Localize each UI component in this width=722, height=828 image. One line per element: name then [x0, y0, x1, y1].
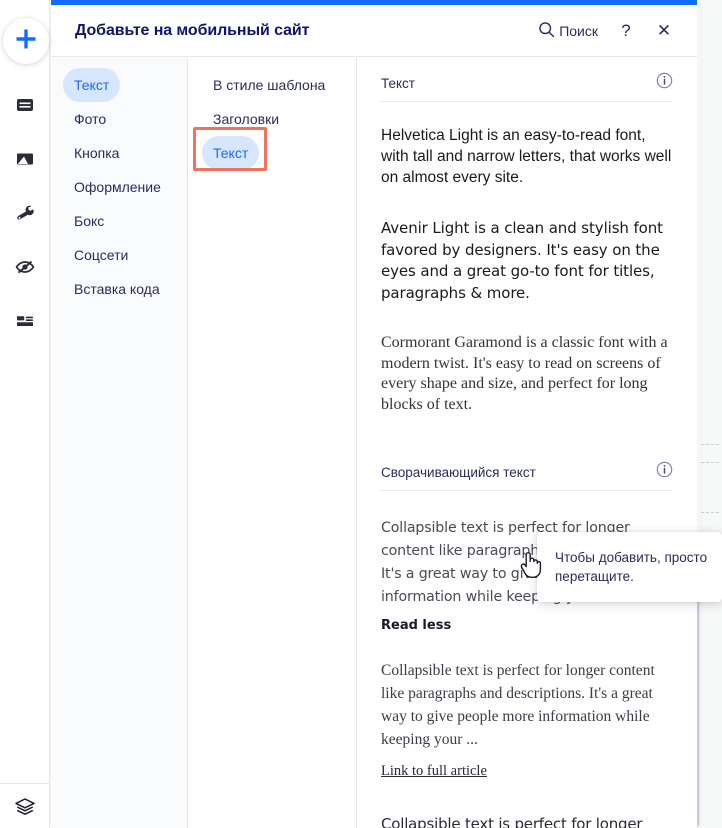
category-item-social[interactable]: Соцсети: [63, 238, 139, 272]
sidebar-item-pages[interactable]: [0, 78, 50, 132]
rail-items: [0, 78, 50, 348]
apps-icon: [14, 310, 36, 332]
close-button[interactable]: ✕: [654, 21, 674, 41]
sidebar-item-layers[interactable]: [0, 790, 50, 828]
category-item-box[interactable]: Бокс: [63, 204, 115, 238]
add-elements-panel: Добавьте на мобильный сайт Поиск ? ✕ Тек…: [51, 0, 697, 828]
hidden-elements-icon: [14, 256, 36, 278]
search-icon: [538, 21, 555, 41]
preview-item-garamond[interactable]: Cormorant Garamond is a classic font wit…: [357, 333, 697, 415]
preview-text-helvetica: Helvetica Light is an easy-to-read font,…: [381, 127, 672, 186]
section-header: Текст: [381, 58, 673, 102]
add-element-button[interactable]: [3, 18, 49, 64]
subcategory-item-headings[interactable]: Заголовки: [202, 102, 290, 136]
preview-text-garamond: Cormorant Garamond is a classic font wit…: [381, 334, 668, 413]
header-actions: Поиск ? ✕: [538, 21, 674, 41]
editor-canvas-background: [700, 0, 722, 828]
category-item-button[interactable]: Кнопка: [63, 136, 130, 170]
section-title: Сворачивающийся текст: [381, 464, 536, 480]
subcategory-item-text[interactable]: Текст: [202, 136, 260, 170]
pages-icon: [14, 94, 36, 116]
subcategory-item-template-style[interactable]: В стиле шаблона: [202, 68, 336, 102]
sidebar-item-hidden-elements[interactable]: [0, 240, 50, 294]
preview-collapsible-body-3: Collapsible text is perfect for longer c…: [381, 815, 643, 828]
page-title: Добавьте на мобильный сайт: [75, 21, 310, 39]
preview-item-collapsible-3[interactable]: Collapsible text is perfect for longer c…: [357, 812, 697, 828]
preview-collapsible-cta-2[interactable]: Link to full article: [381, 763, 487, 780]
media-icon: [14, 148, 36, 170]
canvas-guide-dash: [701, 512, 719, 513]
category-item-text[interactable]: Текст: [63, 68, 121, 102]
preview-item-avenir[interactable]: Avenir Light is a clean and stylish font…: [357, 218, 697, 304]
category-item-decoration[interactable]: Оформление: [63, 170, 172, 204]
preview-section-collapsible: Сворачивающийся текст: [357, 447, 697, 491]
canvas-guide-dash: [701, 462, 719, 463]
preview-list: Текст Helvetica Light is an easy-to-read…: [357, 58, 697, 828]
preview-item-collapsible-2[interactable]: Collapsible text is perfect for longer c…: [357, 659, 697, 780]
canvas-guide-dash: [701, 444, 719, 445]
info-icon[interactable]: [656, 461, 673, 483]
search-label: Поиск: [559, 22, 598, 39]
category-item-embed-code[interactable]: Вставка кода: [63, 272, 171, 306]
drag-tooltip-text: Чтобы добавить, просто перетащите.: [555, 550, 708, 584]
plus-icon: [13, 26, 39, 57]
preview-section-text: Текст: [357, 58, 697, 102]
panel-header: Добавьте на мобильный сайт Поиск ? ✕: [51, 5, 697, 57]
preview-collapsible-cta-1[interactable]: Read less: [381, 618, 673, 633]
section-header: Сворачивающийся текст: [381, 447, 673, 491]
info-icon[interactable]: [656, 72, 673, 94]
preview-text-avenir: Avenir Light is a clean and stylish font…: [381, 219, 663, 302]
app-root: Добавьте на мобильный сайт Поиск ? ✕ Тек…: [0, 0, 722, 828]
drag-tooltip: Чтобы добавить, просто перетащите.: [537, 532, 722, 602]
tools-icon: [14, 202, 36, 224]
rail-divider: [0, 783, 50, 784]
editor-tool-rail: [0, 0, 50, 828]
preview-item-helvetica[interactable]: Helvetica Light is an easy-to-read font,…: [357, 125, 697, 188]
section-title: Текст: [381, 75, 415, 91]
layers-icon: [13, 795, 37, 824]
sidebar-item-media[interactable]: [0, 132, 50, 186]
category-item-photo[interactable]: Фото: [63, 102, 117, 136]
sidebar-item-tools[interactable]: [0, 186, 50, 240]
preview-collapsible-body-2: Collapsible text is perfect for longer c…: [381, 662, 655, 748]
subcategory-list: В стиле шаблона Заголовки Текст: [188, 58, 357, 828]
sidebar-item-apps[interactable]: [0, 294, 50, 348]
category-list: Текст Фото Кнопка Оформление Бокс Соцсет…: [51, 58, 188, 828]
help-button[interactable]: ?: [616, 21, 636, 41]
search-button[interactable]: Поиск: [538, 21, 598, 41]
